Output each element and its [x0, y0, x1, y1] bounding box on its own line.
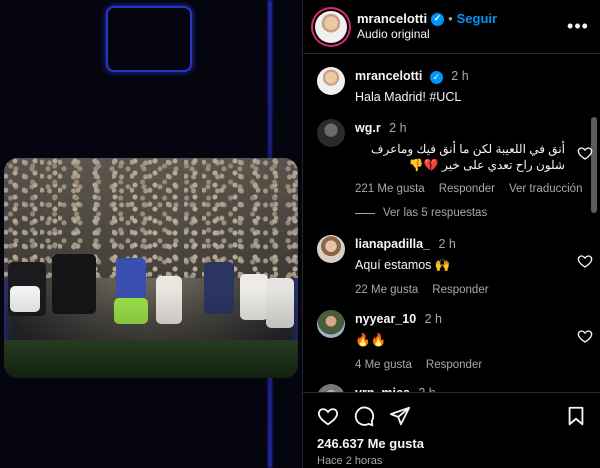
commenter-avatar[interactable]: [317, 235, 345, 263]
heart-icon[interactable]: [577, 253, 593, 269]
video-shade: [4, 158, 298, 378]
reply-button[interactable]: Responder: [432, 284, 488, 296]
post-time-ago: Hace 2 horas: [317, 455, 383, 467]
heart-icon[interactable]: [577, 328, 593, 344]
follow-button[interactable]: Seguir: [457, 11, 497, 27]
author-info: mrancelotti ✓ • Seguir Audio original: [357, 11, 566, 42]
save-bookmark-icon[interactable]: [565, 405, 587, 427]
caption-username[interactable]: mrancelotti: [355, 69, 422, 83]
post-header: mrancelotti ✓ • Seguir Audio original ••…: [303, 0, 600, 54]
verified-badge-icon: ✓: [431, 12, 445, 26]
comment-text: أنق في اللعيبة لكن ما أنق فيك وماعرف شلو…: [371, 142, 565, 173]
comments-list[interactable]: mrancelotti ✓ 2 h Hala Madrid! #UCL wg.r…: [303, 55, 600, 392]
comment-item: lianapadilla_ 2 h Aquí estamos 🙌 22 Me g…: [317, 235, 593, 296]
comment-item: vrn_mica 2 h: [317, 384, 587, 392]
comment-username[interactable]: lianapadilla_: [355, 237, 430, 251]
share-paper-plane-icon[interactable]: [389, 405, 411, 427]
comment-time: 2 h: [424, 312, 443, 326]
view-replies-button[interactable]: Ver las 5 respuestas: [355, 207, 487, 219]
comment-likes[interactable]: 4 Me gusta: [355, 359, 412, 371]
post-actions: 246.637 Me gusta Hace 2 horas: [303, 392, 600, 468]
author-username[interactable]: mrancelotti: [357, 11, 427, 27]
comment-text: 🔥🔥: [355, 333, 387, 347]
caption-time: 2 h: [451, 69, 469, 83]
caption: mrancelotti ✓ 2 h Hala Madrid! #UCL: [317, 67, 587, 106]
comment-time: 2 h: [438, 237, 456, 251]
comment-time: 2 h: [389, 121, 407, 135]
post-media[interactable]: [0, 0, 302, 468]
reply-button[interactable]: Responder: [426, 359, 482, 371]
like-heart-icon[interactable]: [317, 405, 339, 427]
reply-button[interactable]: Responder: [439, 183, 495, 195]
heart-icon[interactable]: [577, 145, 593, 161]
scrollbar-thumb[interactable]: [591, 117, 597, 213]
media-overlay-frame: [106, 6, 192, 72]
total-likes[interactable]: 246.637 Me gusta: [317, 436, 424, 451]
comment-username[interactable]: nyyear_10: [355, 312, 416, 326]
comment-likes[interactable]: 221 Me gusta: [355, 183, 425, 195]
post-sidebar: mrancelotti ✓ • Seguir Audio original ••…: [302, 0, 600, 468]
more-horizontal-icon[interactable]: •••: [566, 16, 590, 37]
audio-link[interactable]: Audio original: [357, 27, 566, 42]
author-avatar[interactable]: [315, 10, 347, 43]
comment-item: wg.r 2 h أنق في اللعيبة لكن ما أنق فيك و…: [317, 119, 593, 195]
replies-line: [355, 212, 375, 214]
comment-item: nyyear_10 2 h 🔥🔥 4 Me gusta Responder: [317, 310, 593, 371]
comment-text: Aquí estamos 🙌: [355, 258, 451, 272]
comment-likes[interactable]: 22 Me gusta: [355, 284, 418, 296]
view-replies-label: Ver las 5 respuestas: [383, 207, 488, 219]
commenter-avatar[interactable]: [317, 310, 345, 338]
verified-badge-icon: ✓: [429, 71, 443, 84]
caption-avatar[interactable]: [317, 67, 345, 95]
comment-username[interactable]: wg.r: [355, 121, 381, 135]
translate-button[interactable]: Ver traducción: [509, 183, 583, 195]
commenter-avatar[interactable]: [317, 119, 345, 147]
separator-dot: •: [448, 10, 453, 26]
video-frame[interactable]: [4, 158, 298, 378]
caption-text: Hala Madrid! #UCL: [355, 90, 462, 104]
commenter-avatar[interactable]: [317, 384, 345, 392]
comment-bubble-icon[interactable]: [353, 405, 375, 427]
